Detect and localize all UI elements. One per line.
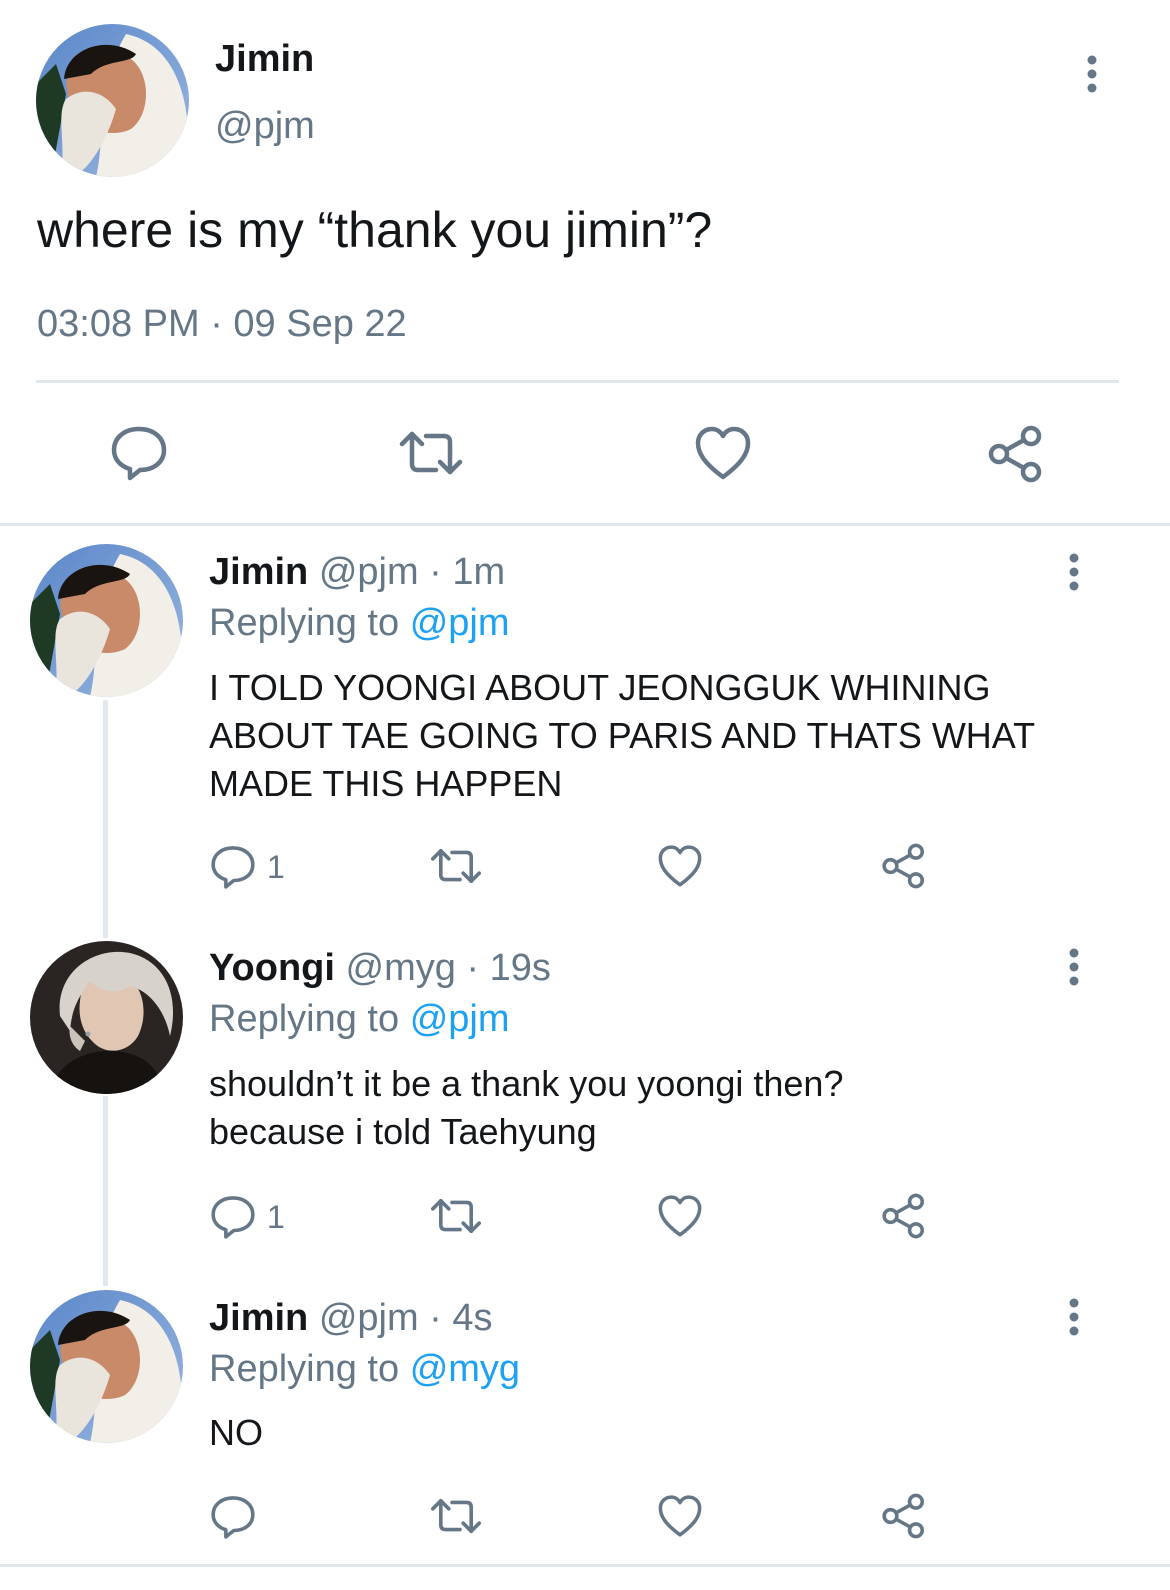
avatar-jimin[interactable]	[30, 1290, 183, 1443]
avatar-yoongi[interactable]	[30, 941, 183, 1094]
tweet-timestamp: 03:08 PM · 09 Sep 22	[37, 303, 407, 345]
reply-header: Jimin @pjm · 4s	[209, 1297, 493, 1340]
reply-text: NO	[209, 1412, 263, 1453]
share-icon[interactable]	[881, 1193, 927, 1239]
retweet-icon[interactable]	[396, 428, 466, 478]
like-icon[interactable]	[694, 425, 752, 481]
retweet-icon[interactable]	[428, 1496, 484, 1536]
reply-meta: @pjm · 1m	[318, 551, 506, 593]
replying-to: Replying to @myg	[209, 1348, 520, 1391]
reply-icon[interactable]	[210, 844, 256, 890]
share-icon[interactable]	[881, 1493, 927, 1539]
thread-line	[103, 700, 108, 938]
avatar-jimin[interactable]	[36, 24, 189, 177]
replying-label: Replying to	[209, 998, 400, 1040]
reply-author-name[interactable]: Yoongi	[209, 947, 335, 989]
divider	[0, 1564, 1170, 1567]
like-icon[interactable]	[657, 1194, 703, 1238]
reply-count: 1	[267, 1199, 285, 1235]
thread-line	[103, 1096, 108, 1286]
more-options-icon[interactable]	[1064, 947, 1084, 987]
reply-icon[interactable]	[110, 424, 168, 482]
reply-header: Jimin @pjm · 1m	[209, 551, 505, 594]
reply-icon[interactable]	[210, 1194, 256, 1240]
replying-to: Replying to @pjm	[209, 602, 510, 645]
author-handle[interactable]: @pjm	[215, 105, 315, 148]
share-icon[interactable]	[987, 425, 1045, 483]
reply-meta: @myg · 19s	[345, 947, 551, 989]
reply-icon[interactable]	[210, 1494, 256, 1540]
replying-to-mention[interactable]: @pjm	[410, 998, 510, 1040]
replying-to-mention[interactable]: @pjm	[410, 602, 510, 644]
replying-to-mention[interactable]: @myg	[410, 1348, 520, 1390]
tweet-text: where is my “thank you jimin”?	[37, 202, 713, 258]
reply-author-name[interactable]: Jimin	[209, 551, 308, 593]
reply-text: shouldn’t it be a thank you yoongi then?…	[209, 1063, 844, 1152]
reply-author-name[interactable]: Jimin	[209, 1297, 308, 1339]
like-icon[interactable]	[657, 844, 703, 888]
divider	[36, 380, 1119, 383]
avatar-jimin[interactable]	[30, 544, 183, 697]
more-options-icon[interactable]	[1082, 54, 1102, 94]
more-options-icon[interactable]	[1064, 552, 1084, 592]
retweet-icon[interactable]	[428, 846, 484, 886]
like-icon[interactable]	[657, 1494, 703, 1538]
replying-to: Replying to @pjm	[209, 998, 510, 1041]
divider	[0, 523, 1170, 526]
retweet-icon[interactable]	[428, 1196, 484, 1236]
reply-meta: @pjm · 4s	[318, 1297, 493, 1339]
reply-count: 1	[267, 849, 285, 885]
author-name[interactable]: Jimin	[215, 38, 314, 81]
reply-text: I TOLD YOONGI ABOUT JEONGGUK WHINING ABO…	[209, 667, 1035, 804]
more-options-icon[interactable]	[1064, 1297, 1084, 1337]
replying-label: Replying to	[209, 1348, 400, 1390]
reply-header: Yoongi @myg · 19s	[209, 947, 551, 990]
share-icon[interactable]	[881, 843, 927, 889]
replying-label: Replying to	[209, 602, 400, 644]
